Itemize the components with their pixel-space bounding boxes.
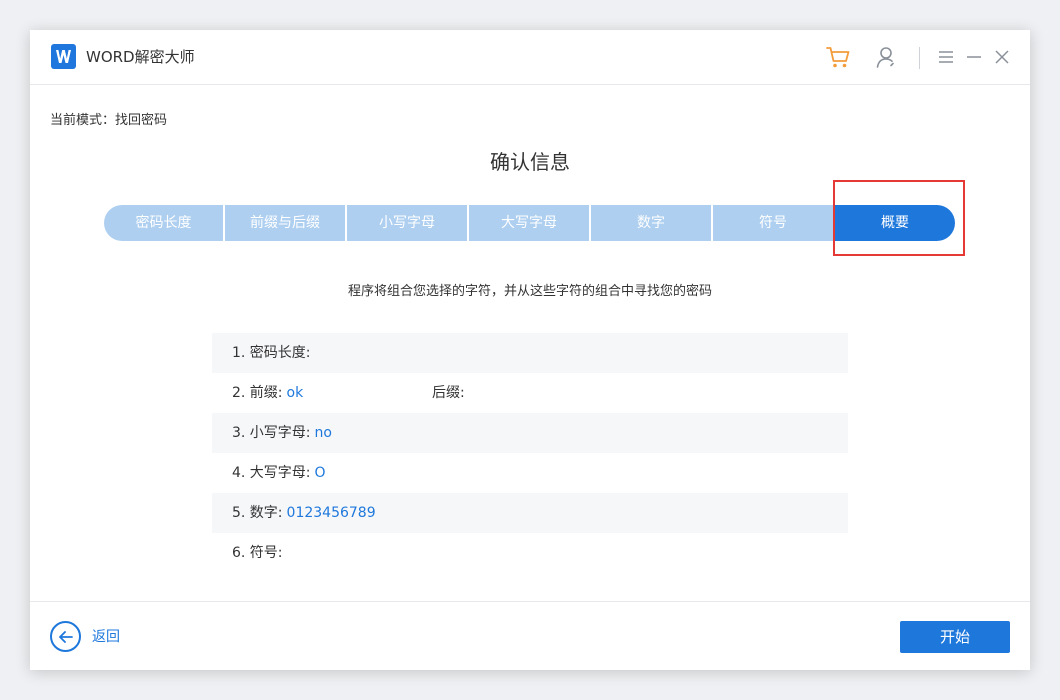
- footer-bar: 返回 开始: [30, 601, 1030, 670]
- titlebar-divider: [919, 47, 920, 69]
- summary-list: 1. 密码长度: 2. 前缀: ok 后缀: 3. 小写字母: no 4. 大写字母…: [212, 333, 848, 573]
- step-summary[interactable]: 概要: [835, 205, 955, 241]
- user-icon[interactable]: [873, 44, 899, 70]
- info-description: 程序将组合您选择的字符，并从这些字符的组合中寻找您的密码: [347, 284, 712, 299]
- step-uppercase[interactable]: 大写字母: [469, 205, 589, 241]
- summary-label: 4. 大写字母:: [232, 465, 311, 481]
- back-arrow-icon[interactable]: [50, 621, 81, 652]
- back-link[interactable]: 返回: [92, 629, 120, 645]
- summary-suffix: 后缀:: [432, 373, 469, 413]
- summary-label: 后缀:: [432, 385, 465, 401]
- summary-value: ok: [286, 385, 304, 401]
- summary-label: 1. 密码长度:: [232, 345, 311, 361]
- step-lowercase[interactable]: 小写字母: [347, 205, 467, 241]
- step-progress-bar: 密码长度 前缀与后缀 小写字母 大写字母 数字 符号 概要: [104, 205, 956, 241]
- summary-row-length: 1. 密码长度:: [212, 333, 848, 373]
- summary-row-symbols: 6. 符号:: [212, 533, 848, 573]
- current-mode-label: 当前模式：找回密码: [50, 113, 168, 128]
- summary-label: 3. 小写字母:: [232, 425, 311, 441]
- step-prefix-suffix[interactable]: 前缀与后缀: [225, 205, 345, 241]
- step-password-length[interactable]: 密码长度: [104, 205, 223, 241]
- summary-row-uppercase: 4. 大写字母: O: [212, 453, 848, 493]
- title-bar: WORD解密大师: [30, 30, 1030, 85]
- step-digits[interactable]: 数字: [591, 205, 711, 241]
- minimize-icon[interactable]: [963, 46, 985, 68]
- summary-label: 2. 前缀:: [232, 385, 283, 401]
- summary-value: O: [314, 465, 326, 481]
- summary-row-lowercase: 3. 小写字母: no: [212, 413, 848, 453]
- summary-row-prefix: 2. 前缀: ok 后缀:: [212, 373, 848, 413]
- app-title: WORD解密大师: [86, 48, 195, 66]
- app-window: WORD解密大师 当前模式：找回密码 确认信息 密码长度 前缀与后缀 小写字母 …: [30, 30, 1030, 670]
- menu-icon[interactable]: [935, 46, 957, 68]
- cart-icon[interactable]: [825, 44, 851, 70]
- app-logo: [51, 44, 76, 69]
- start-button[interactable]: 开始: [900, 621, 1010, 653]
- summary-row-digits: 5. 数字: 0123456789: [212, 493, 848, 533]
- summary-value: 0123456789: [286, 505, 376, 521]
- summary-label: 6. 符号:: [232, 545, 283, 561]
- step-symbols[interactable]: 符号: [713, 205, 833, 241]
- close-icon[interactable]: [991, 46, 1013, 68]
- summary-value: no: [314, 425, 332, 441]
- page-title: 确认信息: [490, 150, 570, 174]
- summary-label: 5. 数字:: [232, 505, 283, 521]
